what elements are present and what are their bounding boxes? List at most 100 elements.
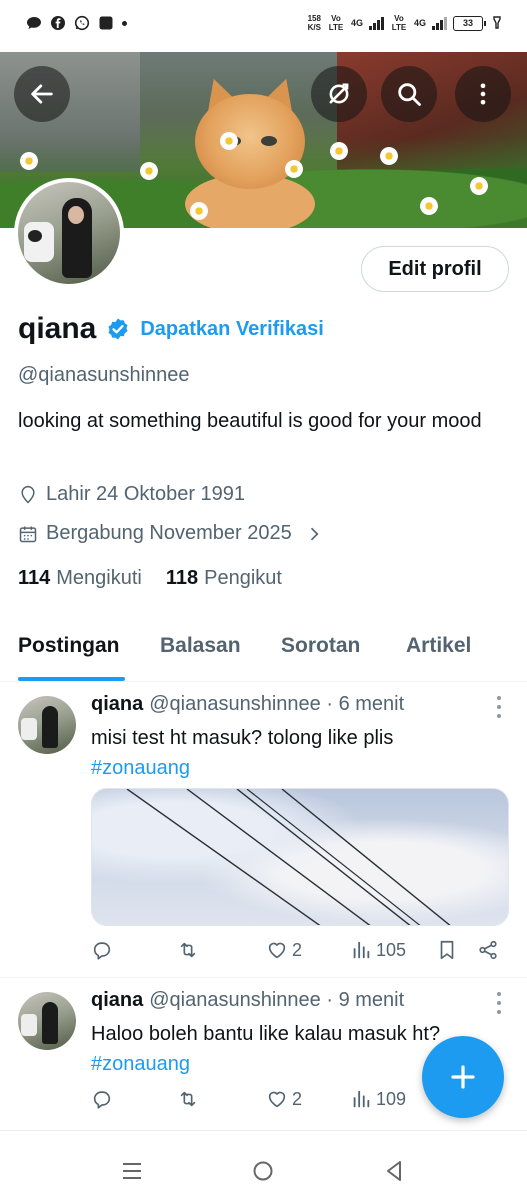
retweet-button[interactable] [177,1088,199,1110]
reply-button[interactable] [91,1088,113,1110]
home-nav-icon[interactable] [251,1159,275,1183]
tweet-more-icon[interactable] [497,696,501,718]
like-count: 2 [292,939,303,960]
more-notifications-dot [122,20,127,26]
back-nav-icon[interactable] [383,1159,407,1183]
profile-name: qiana [18,312,97,345]
tab-balasan[interactable]: Balasan [160,634,241,658]
message-bubble-icon [27,17,41,29]
facebook-icon [51,16,65,30]
joined-date[interactable]: Bergabung November 2025 [18,522,324,545]
reply-icon [93,942,111,960]
app-square-icon [99,16,113,30]
network-speed: 158 K/S [308,14,321,32]
tweet-header: qiana @qianasunshinnee · 9 menit [91,989,404,1012]
sync-off-icon [329,83,349,104]
tweet-body: misi test ht masuk? tolong like plis [91,727,394,749]
status-indicators: 158 K/S Vo LTE 4G Vo LTE 4G 33 [308,14,505,32]
verified-badge-icon [106,317,130,341]
share-button[interactable] [477,939,499,961]
followers-label: Pengikut [204,567,282,589]
tweet-media-image[interactable] [91,788,509,926]
daisy [20,152,38,170]
bookmark-button[interactable] [436,939,458,961]
daisy [220,132,238,150]
views-button[interactable]: 109 [350,1088,406,1110]
reply-button[interactable] [91,939,113,961]
tab-artikel[interactable]: Artikel [406,634,471,658]
more-button[interactable] [455,66,511,122]
location-icon [21,485,35,504]
network-type-1: 4G [350,18,363,28]
back-arrow-icon [31,84,53,104]
compose-button[interactable] [422,1036,504,1118]
search-button[interactable] [381,66,437,122]
share-icon [479,940,497,960]
retweet-icon [180,1091,196,1107]
followers-link[interactable]: 118 Pengikut [166,567,282,590]
power-lines [126,789,451,925]
tweet-header: qiana @qianasunshinnee · 6 menit [91,693,404,716]
tweet-hashtag[interactable]: #zonauang [91,753,511,783]
view-count: 109 [376,1088,407,1109]
retweet-button[interactable] [177,939,199,961]
status-bar: 158 K/S Vo LTE 4G Vo LTE 4G 33 [0,0,527,52]
status-notification-icons [26,15,127,31]
tweet-body: Haloo boleh bantu like kalau masuk ht? [91,1023,441,1045]
daisy [380,147,398,165]
menu-nav-icon[interactable] [120,1159,144,1183]
tweet-text: misi test ht masuk? tolong like plis #zo… [91,723,511,783]
back-button[interactable] [14,66,70,122]
daisy [140,162,158,180]
battery-level: 33 [462,18,473,28]
signal-2-icon [432,16,447,30]
tweet-author-name[interactable]: qiana [91,693,143,715]
profile-avatar[interactable] [14,178,124,288]
edit-profile-button[interactable]: Edit profil [361,246,509,292]
like-button[interactable]: 2 [266,1088,302,1110]
tweet-author-name[interactable]: qiana [91,989,143,1011]
bookmark-icon [440,940,454,960]
network-type-2: 4G [413,18,426,28]
avatar-cow [24,222,54,262]
birth-date: Lahir 24 Oktober 1991 [18,483,245,506]
daisy [190,202,208,220]
chevron-right-icon [310,527,319,540]
profile-name-row: qiana Dapatkan Verifikasi [18,312,324,346]
followers-count: 118 [165,567,199,589]
volte-1: Vo LTE [327,14,345,32]
tweet-avatar[interactable] [18,696,76,754]
views-button[interactable]: 105 [350,939,406,961]
whatsapp-icon [74,15,90,31]
sync-button[interactable] [311,66,367,122]
speed-value: 158 [307,14,321,23]
active-tab-indicator [18,677,125,681]
volte-1-label: Vo LTE [328,14,344,32]
like-button[interactable]: 2 [266,939,302,961]
avatar-face [68,206,84,224]
following-link[interactable]: 114 Mengikuti [18,567,142,590]
views-icon [353,941,370,959]
tweet-avatar[interactable] [18,992,76,1050]
daisy [330,142,348,160]
tab-postingan[interactable]: Postingan [18,634,120,658]
speed-unit: K/S [307,23,321,32]
search-icon [398,83,421,106]
like-icon [268,942,286,959]
daisy [420,197,438,215]
tweet[interactable]: qiana @qianasunshinnee · 6 menit misi tes… [0,682,527,978]
tab-sorotan[interactable]: Sorotan [281,634,360,658]
tweet-more-icon[interactable] [497,992,501,1014]
daisy [470,177,488,195]
get-verified-link[interactable]: Dapatkan Verifikasi [140,318,323,341]
compose-plus-icon [451,1065,475,1089]
view-count: 105 [376,939,407,960]
tweet-actions: 2 105 [91,939,511,967]
signal-1-icon [368,16,384,30]
banner-kitten [175,64,325,228]
profile-handle: @qianasunshinnee [18,364,190,386]
more-vertical-icon [480,83,486,105]
volte-2-label: Vo LTE [391,14,407,32]
tweet-meta: @qianasunshinnee · 9 menit [149,989,405,1011]
volte-2: Vo LTE [390,14,408,32]
